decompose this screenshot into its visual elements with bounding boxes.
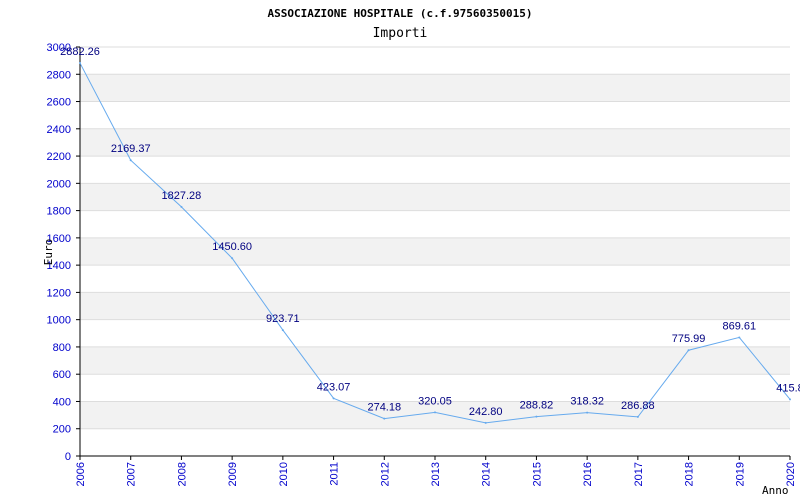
x-tick-label: 2013 xyxy=(430,462,442,486)
x-tick-label: 2016 xyxy=(582,462,594,486)
x-tick-label: 2012 xyxy=(379,462,391,486)
data-point xyxy=(586,411,589,414)
data-label: 320.05 xyxy=(418,395,452,407)
x-axis-label: Anno xyxy=(762,484,789,497)
data-point xyxy=(129,159,132,162)
x-axis-ticks: 2006 2007 2008 2009 2010 2011 2012 2013 2014 2015… xyxy=(75,456,797,486)
data-label: 274.18 xyxy=(367,402,401,414)
y-tick-label: 200 xyxy=(53,424,71,436)
grid-band xyxy=(80,237,790,266)
y-tick-label: 1200 xyxy=(47,287,71,299)
chart-title: ASSOCIAZIONE HOSPITALE (c.f.97560350015) xyxy=(268,7,533,20)
data-label: 2169.37 xyxy=(111,143,151,155)
x-tick-label: 2018 xyxy=(684,462,696,486)
x-tick-label: 2007 xyxy=(126,462,138,486)
y-tick-label: 2200 xyxy=(47,151,71,163)
data-point xyxy=(434,411,436,414)
grid-band xyxy=(80,128,790,157)
data-point xyxy=(281,329,284,332)
chart-subtitle: Importi xyxy=(373,26,428,41)
grid-band xyxy=(80,346,790,375)
data-point xyxy=(180,205,183,208)
y-tick-label: 1800 xyxy=(47,206,71,218)
data-label: 1450.60 xyxy=(212,241,252,253)
data-label: 2882.26 xyxy=(60,46,100,58)
x-tick-label: 2008 xyxy=(176,462,188,486)
data-point xyxy=(738,336,741,339)
y-axis-label: Euro xyxy=(42,239,55,266)
x-tick-label: 2006 xyxy=(75,462,87,486)
data-label: 286.88 xyxy=(621,400,655,412)
data-label: 775.99 xyxy=(672,333,706,345)
data-point xyxy=(383,417,386,420)
data-point xyxy=(231,257,234,260)
x-tick-label: 2019 xyxy=(734,462,746,486)
data-label: 318.32 xyxy=(570,396,604,408)
data-point xyxy=(789,398,791,401)
grid-band xyxy=(80,74,790,102)
y-tick-label: 800 xyxy=(53,342,71,354)
data-label: 869.61 xyxy=(722,320,756,332)
data-point xyxy=(79,62,81,65)
x-tick-label: 2011 xyxy=(329,462,341,486)
grid-band xyxy=(80,292,790,320)
x-tick-label: 2014 xyxy=(481,462,493,486)
grid-bands xyxy=(80,74,790,429)
data-point xyxy=(535,415,538,418)
x-tick-label: 2017 xyxy=(633,462,645,486)
y-tick-label: 600 xyxy=(53,369,71,381)
data-label: 1827.28 xyxy=(162,190,202,202)
data-point xyxy=(687,349,690,352)
y-tick-label: 2000 xyxy=(47,178,71,190)
y-tick-label: 2600 xyxy=(47,97,71,109)
data-point xyxy=(636,415,639,418)
x-tick-label: 2015 xyxy=(531,462,543,486)
y-tick-label: 2400 xyxy=(47,124,71,136)
data-label: 242.80 xyxy=(469,406,503,418)
y-tick-label: 0 xyxy=(65,451,71,463)
data-label: 423.07 xyxy=(317,381,351,393)
data-label: 415.8 xyxy=(776,382,800,394)
x-tick-label: 2010 xyxy=(278,462,290,486)
x-tick-label: 2020 xyxy=(785,462,797,486)
data-point xyxy=(484,421,487,424)
y-tick-label: 2800 xyxy=(47,69,71,81)
chart: ASSOCIAZIONE HOSPITALE (c.f.97560350015)… xyxy=(42,7,800,497)
y-tick-label: 400 xyxy=(53,396,71,408)
y-tick-label: 1000 xyxy=(47,315,71,327)
x-tick-label: 2009 xyxy=(227,462,239,486)
data-point xyxy=(332,397,335,400)
data-label: 923.71 xyxy=(266,313,300,325)
data-label: 288.82 xyxy=(520,400,554,412)
